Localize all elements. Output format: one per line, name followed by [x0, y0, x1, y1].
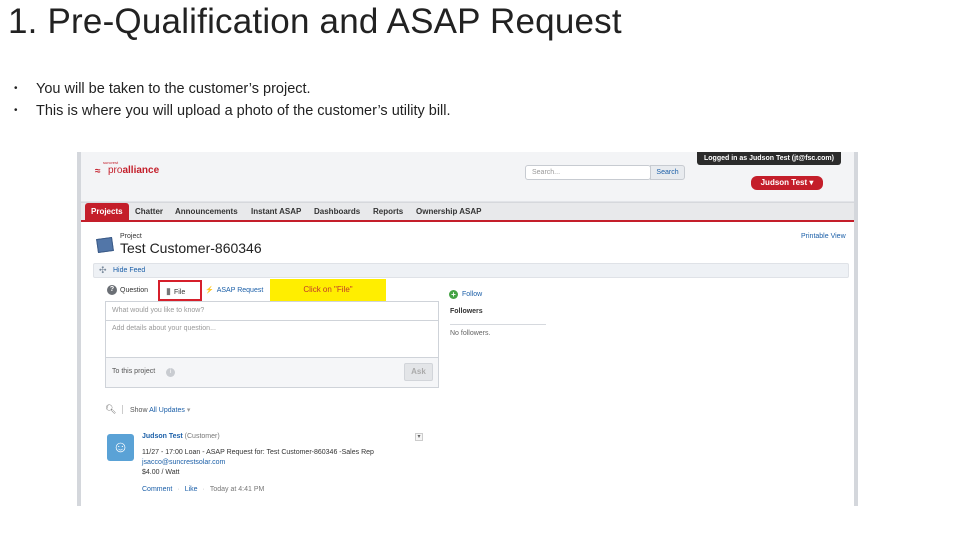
search-input[interactable]: Search...: [525, 165, 651, 180]
bullet-dot: •: [14, 105, 18, 116]
tab-dashboards[interactable]: Dashboards: [314, 203, 360, 221]
tab-instant-asap[interactable]: Instant ASAP: [251, 203, 301, 221]
project-icon: [96, 236, 114, 254]
tab-announcements[interactable]: Announcements: [175, 203, 238, 221]
user-menu-button[interactable]: Judson Test ▾: [751, 176, 823, 190]
tab-ownership-asap[interactable]: Ownership ASAP: [416, 203, 482, 221]
bullet-item: • This is where you will upload a photo o…: [14, 100, 451, 122]
like-link[interactable]: Like: [185, 486, 198, 493]
logo-mark-icon: ≈: [95, 166, 101, 177]
sidebar-collapse-handle[interactable]: [77, 232, 81, 246]
search-button[interactable]: Search: [650, 165, 685, 180]
tab-chatter[interactable]: Chatter: [135, 203, 163, 221]
chevron-down-icon: ▾: [186, 407, 191, 414]
action-separator: ·: [202, 486, 205, 493]
lightning-icon: ⚡: [205, 287, 214, 294]
question-input[interactable]: What would you like to know?: [105, 301, 439, 321]
post-actions: Comment · Like · Today at 4:41 PM: [142, 486, 264, 493]
post-email-link[interactable]: jsacco@suncrestsolar.com: [142, 459, 225, 466]
brand-logo[interactable]: suncrest ≈ proalliance: [95, 160, 159, 178]
ask-button[interactable]: Ask: [404, 363, 433, 381]
hide-feed-label: Hide Feed: [113, 267, 146, 274]
portal-screenshot: suncrest ≈ proalliance Search... Search …: [77, 152, 858, 506]
no-followers-text: No followers.: [450, 330, 491, 337]
avatar[interactable]: ☺: [107, 434, 134, 461]
post-author-role: (Customer): [184, 433, 220, 440]
hide-feed-link[interactable]: ✣ Hide Feed: [97, 264, 145, 277]
post-author: Judson Test (Customer): [142, 433, 220, 440]
all-updates-link[interactable]: All Updates: [149, 407, 185, 414]
question-icon: ?: [107, 285, 117, 296]
tab-projects[interactable]: Projects: [85, 203, 129, 221]
feed-search-icon[interactable]: 🔍︎: [105, 404, 116, 415]
logged-in-banner: Logged in as Judson Test (jt@fsc.com): [697, 152, 841, 165]
feed-icon: ✣: [99, 265, 107, 275]
info-icon[interactable]: i: [166, 368, 175, 377]
portal-header: suncrest ≈ proalliance Search... Search …: [77, 152, 858, 202]
comment-link[interactable]: Comment: [142, 486, 172, 493]
slide-title: 1. Pre-Qualification and ASAP Request: [8, 2, 622, 41]
action-separator: ·: [177, 486, 180, 493]
post-timestamp: Today at 4:41 PM: [209, 486, 265, 493]
logo-wordmark: proalliance: [108, 165, 159, 176]
publisher-tab-asap-request[interactable]: ⚡ ASAP Request: [205, 285, 263, 297]
plus-icon[interactable]: +: [449, 290, 458, 299]
show-label: Show: [130, 407, 148, 414]
record-type-label: Project: [120, 233, 142, 240]
publisher-tab-asap-label: ASAP Request: [216, 287, 264, 294]
question-details-textarea[interactable]: Add details about your question...: [105, 320, 439, 358]
record-name: Test Customer-860346: [120, 240, 262, 256]
post-author-name[interactable]: Judson Test: [142, 433, 183, 440]
publisher-tab-question[interactable]: ? Question: [107, 285, 148, 297]
click-file-callout: Click on "File": [270, 279, 386, 301]
follow-link[interactable]: Follow: [462, 291, 482, 298]
feed-filter[interactable]: Show All Updates ▾: [130, 406, 190, 414]
file-highlight-box: [158, 280, 202, 301]
printable-view-link[interactable]: Printable View: [801, 233, 846, 240]
logo-text-light: pro: [108, 165, 123, 176]
post-menu-icon[interactable]: ▾: [415, 433, 423, 441]
feed-toggle-bar: [93, 263, 849, 278]
tab-reports[interactable]: Reports: [373, 203, 403, 221]
filter-divider: [122, 405, 123, 414]
bullet-list: • You will be taken to the customer’s pro…: [14, 78, 451, 122]
followers-divider: [450, 324, 546, 325]
followers-heading: Followers: [450, 308, 483, 315]
post-rate: $4.00 / Watt: [142, 469, 180, 476]
bullet-text: You will be taken to the customer’s proj…: [36, 81, 311, 97]
to-project-label: To this project: [112, 368, 156, 375]
post-body-line: 11/27 - 17:00 Loan - ASAP Request for: T…: [142, 449, 374, 456]
logo-text-bold: alliance: [122, 165, 160, 176]
bullet-text: This is where you will upload a photo of…: [36, 103, 451, 119]
bullet-item: • You will be taken to the customer’s pro…: [14, 78, 451, 100]
tab-bar: Projects Chatter Announcements Instant A…: [81, 202, 854, 222]
publisher-tab-question-label: Question: [120, 287, 149, 294]
bullet-dot: •: [14, 83, 18, 94]
